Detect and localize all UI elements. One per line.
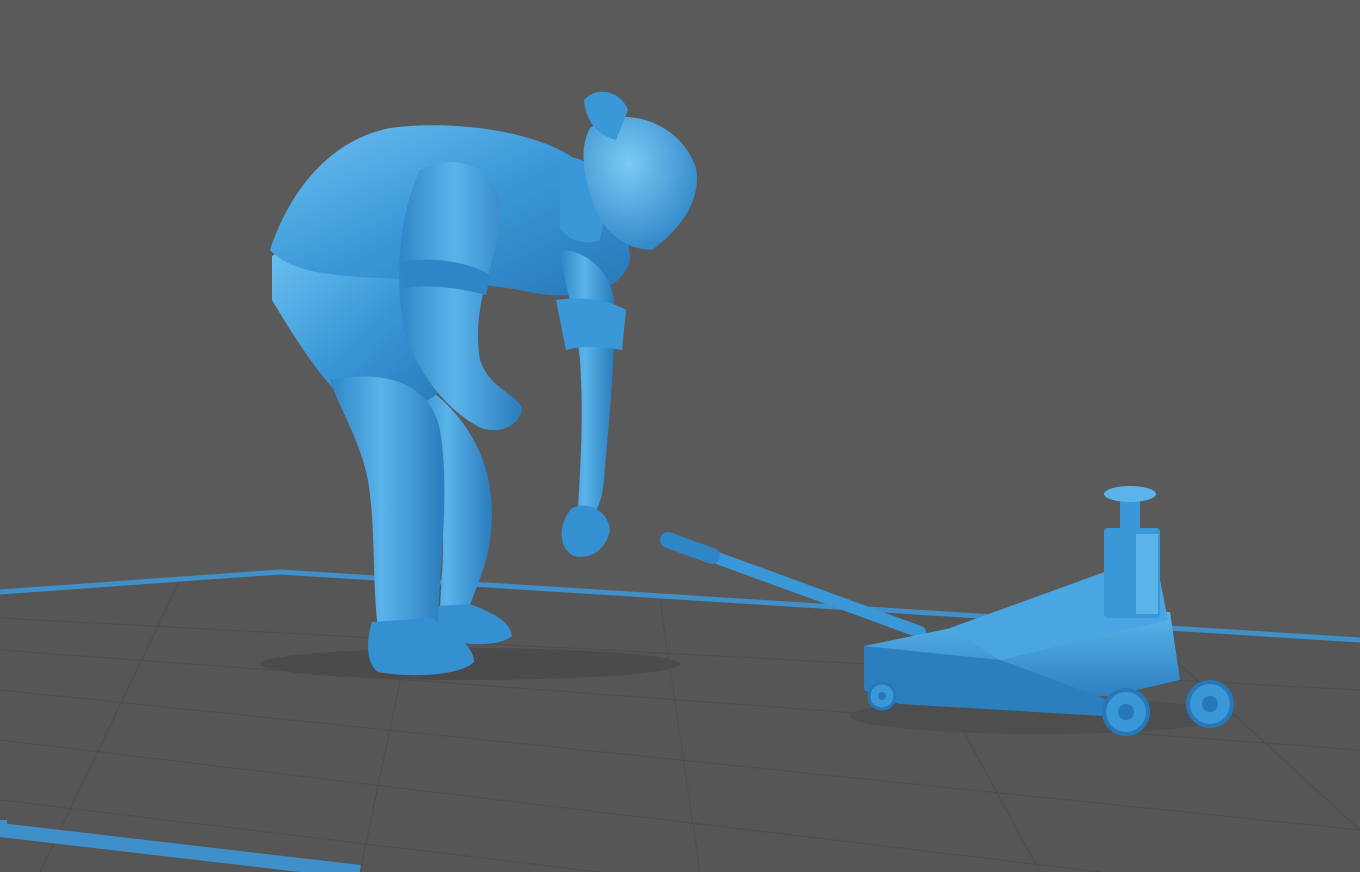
figure-far-sleeve	[556, 298, 626, 350]
3d-viewport[interactable]	[0, 0, 1360, 872]
figure-hand	[561, 505, 610, 557]
jack-post-face	[1136, 534, 1158, 614]
jack-handle-grip	[660, 532, 720, 564]
scene-canvas[interactable]	[0, 0, 1360, 872]
jack-saddle	[1104, 486, 1156, 502]
jack-saddle-stem	[1120, 498, 1140, 530]
figure-far-arm	[560, 250, 615, 514]
